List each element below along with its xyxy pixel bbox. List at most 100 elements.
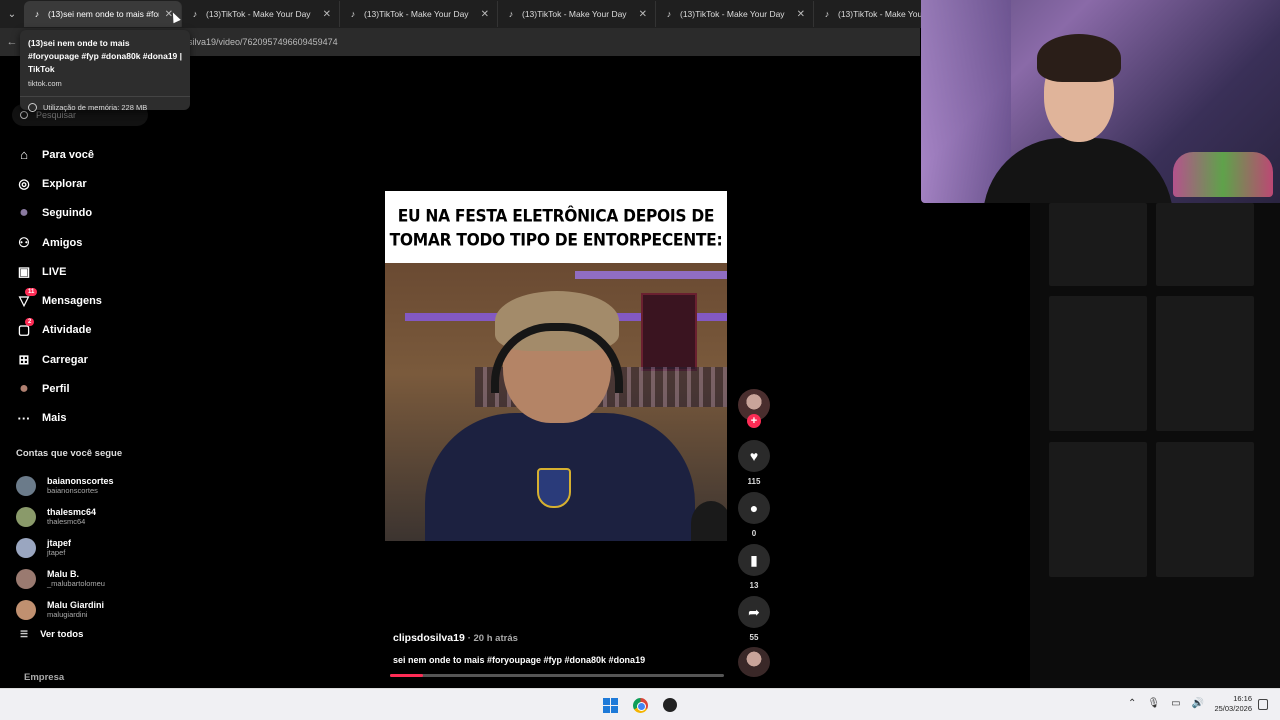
video-frame bbox=[385, 263, 727, 541]
tiktok-icon: ♪ bbox=[666, 9, 672, 19]
save-button[interactable]: ▮ bbox=[738, 544, 770, 576]
following-avatar-icon: ● bbox=[19, 204, 29, 222]
browser-tab[interactable]: ♪ (13)TikTok - Make Your Day ✕ bbox=[340, 1, 498, 27]
like-button[interactable]: ♥ bbox=[738, 440, 770, 472]
comment-button[interactable]: ● bbox=[738, 492, 770, 524]
close-icon[interactable]: ✕ bbox=[323, 9, 331, 20]
nav-item[interactable]: ◎ Explorar bbox=[16, 169, 102, 198]
network-icon[interactable]: ▭ bbox=[1171, 698, 1180, 709]
comment-count: 0 bbox=[751, 529, 757, 538]
followed-account[interactable]: thalesmc64 thalesmc64 bbox=[16, 501, 114, 532]
browser-tab[interactable]: ♪ (13)sei nem onde to mais #fory ✕ bbox=[24, 1, 182, 27]
video-author-line: clipsdosilva19 · 20 h atrás bbox=[393, 632, 518, 644]
see-all-label: Ver todos bbox=[40, 629, 84, 640]
browser-tab[interactable]: ♪ (13)TikTok - Make Your Day ✕ bbox=[656, 1, 814, 27]
account-handle: thalesmc64 bbox=[47, 517, 86, 526]
tab-search-chevron-icon[interactable]: ⌄ bbox=[0, 0, 24, 28]
share-button[interactable]: ➦ bbox=[738, 596, 770, 628]
windows-start-icon[interactable] bbox=[603, 698, 618, 713]
account-handle: jtapef bbox=[47, 548, 66, 557]
microphone-icon[interactable]: 🎙 bbox=[1147, 698, 1160, 709]
account-handle: malugiardini bbox=[47, 610, 88, 619]
tab-title: (13)sei nem onde to mais #fory bbox=[48, 9, 159, 19]
browser-tab[interactable]: ♪ (13)TikTok - Make Your Day ✕ bbox=[182, 1, 340, 27]
related-videos-panel bbox=[1030, 203, 1280, 688]
video-thumbnail[interactable] bbox=[1049, 442, 1147, 577]
close-icon[interactable]: ✕ bbox=[481, 9, 489, 20]
nav-label: Explorar bbox=[42, 177, 87, 190]
taskbar-clock[interactable]: 16:16 25/03/2026 bbox=[1206, 694, 1252, 714]
notification-badge: 2 bbox=[25, 317, 35, 326]
follow-plus-icon[interactable]: + bbox=[747, 414, 761, 428]
tiktok-icon: ♪ bbox=[192, 9, 198, 19]
bookmark-icon: ▮ bbox=[750, 551, 758, 568]
nav-item[interactable]: ● Seguindo bbox=[16, 199, 102, 228]
search-icon bbox=[20, 111, 28, 119]
account-name: thalesmc64 bbox=[47, 507, 97, 517]
avatar bbox=[16, 506, 36, 527]
video-progress-fill bbox=[390, 674, 424, 677]
video-thumbnail[interactable] bbox=[1156, 203, 1254, 286]
hover-card-title: (13)sei nem onde to mais #foryoupage #fy… bbox=[28, 38, 183, 74]
author-username[interactable]: clipsdosilva19 bbox=[393, 632, 465, 644]
video-progress-bar[interactable] bbox=[390, 674, 724, 677]
webcam-overlay bbox=[921, 0, 1280, 203]
followed-account[interactable]: Malu B. _malubartolomeu bbox=[16, 563, 114, 594]
creator-avatar[interactable]: + bbox=[738, 389, 770, 428]
upload-icon: ⊞ bbox=[18, 351, 30, 367]
app-icon[interactable] bbox=[663, 698, 677, 712]
following-section-title: Contas que você segue bbox=[16, 448, 123, 459]
share-count: 55 bbox=[749, 633, 759, 642]
account-handle: baianonscortes bbox=[47, 486, 98, 495]
caption-line-2: TOMAR TODO TIPO DE ENTORPECENTE: bbox=[389, 230, 723, 250]
video-thumbnail[interactable] bbox=[1156, 296, 1254, 431]
nav-item[interactable]: ⊞ Carregar bbox=[16, 345, 102, 374]
avatar bbox=[16, 475, 36, 496]
clock-date: 25/03/2026 bbox=[1214, 704, 1252, 713]
nav-item[interactable]: ▣ LIVE bbox=[16, 257, 102, 286]
tiktok-icon: ♪ bbox=[350, 9, 356, 19]
account-handle: _malubartolomeu bbox=[47, 579, 105, 588]
nav-item[interactable]: ⚇ Amigos bbox=[16, 228, 102, 257]
account-name: Malu B. bbox=[47, 569, 80, 579]
webcam-person-body bbox=[983, 138, 1173, 203]
tab-title: (13)TikTok - Make Your Day bbox=[522, 9, 627, 19]
close-icon[interactable]: ✕ bbox=[797, 9, 805, 20]
nav-item[interactable]: ··· Mais bbox=[16, 404, 102, 433]
system-tray: ⌃ 🎙 ▭ 🔊 bbox=[1128, 698, 1204, 709]
video-thumbnail[interactable] bbox=[1156, 442, 1254, 577]
followed-account[interactable]: baianonscortes baianonscortes bbox=[16, 470, 114, 501]
browser-tab[interactable]: ♪ (13)TikTok - Make Your Day ✕ bbox=[498, 1, 656, 27]
video-caption-overlay: EU NA FESTA ELETRÔNICA DEPOIS DE TOMAR T… bbox=[385, 191, 727, 266]
tiktok-icon: ♪ bbox=[508, 9, 514, 19]
following-accounts-list: baianonscortes baianonscortes thalesmc64 th… bbox=[16, 470, 114, 625]
company-link[interactable]: Empresa bbox=[24, 672, 64, 683]
nav-item[interactable]: ▢ 2 Atividade bbox=[16, 316, 102, 345]
webcam-person-hair bbox=[1037, 34, 1121, 82]
volume-icon[interactable]: 🔊 bbox=[1192, 698, 1204, 709]
video-thumbnail[interactable] bbox=[1049, 203, 1147, 286]
shirt-crest bbox=[537, 468, 571, 508]
video-description[interactable]: sei nem onde to mais #foryoupage #fyp #d… bbox=[393, 655, 645, 665]
nav-item[interactable]: ▽ 11 Mensagens bbox=[16, 286, 102, 315]
notification-badge: 11 bbox=[25, 288, 38, 297]
notification-icon[interactable] bbox=[1258, 699, 1268, 710]
chrome-icon[interactable] bbox=[633, 698, 648, 713]
video-thumbnail[interactable] bbox=[1049, 296, 1147, 431]
nav-item[interactable]: ● Perfil bbox=[16, 374, 102, 403]
sound-disc-avatar[interactable] bbox=[738, 647, 770, 677]
compass-icon: ◎ bbox=[18, 175, 30, 191]
video-player[interactable]: EU NA FESTA ELETRÔNICA DEPOIS DE TOMAR T… bbox=[385, 191, 727, 541]
chevron-up-icon[interactable]: ⌃ bbox=[1128, 698, 1136, 709]
account-name: Malu Giardini bbox=[47, 600, 105, 610]
close-icon[interactable]: ✕ bbox=[639, 9, 647, 20]
post-time: · 20 h atrás bbox=[467, 633, 518, 644]
followed-account[interactable]: Malu Giardini malugiardini bbox=[16, 594, 114, 625]
url-text[interactable]: silva19/video/7620957496609459474 bbox=[188, 37, 338, 47]
windows-taskbar: ⌃ 🎙 ▭ 🔊 16:16 25/03/2026 bbox=[0, 688, 1280, 720]
nav-item[interactable]: ⌂ Para você bbox=[16, 140, 102, 169]
nav-label: Mais bbox=[42, 412, 67, 425]
followed-account[interactable]: jtapef jtapef bbox=[16, 532, 114, 563]
hover-card-divider bbox=[20, 96, 190, 97]
see-all-link[interactable]: ☰ Ver todos bbox=[20, 629, 83, 640]
